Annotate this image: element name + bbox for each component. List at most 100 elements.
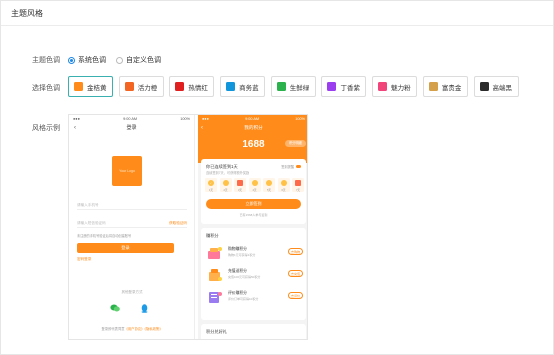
status-bar: ●●● 9:00 AM 100%	[69, 115, 194, 123]
phone-placeholder: 请输入手机号	[77, 203, 99, 207]
swatch-huolicheng[interactable]: 活力橙	[118, 76, 164, 97]
sign-day: 2天	[219, 178, 232, 192]
swatch-label: 魅力粉	[391, 84, 411, 92]
get-code-link: 获取验证码	[169, 221, 187, 225]
day-label: 6天	[281, 188, 286, 192]
signal-icon: ●●●	[73, 117, 80, 121]
title-divider	[1, 25, 553, 26]
style-preview-box: ●●● 9:00 AM 100% ‹ 登录 Your Logo 请输入手机号 请…	[68, 114, 308, 340]
status-time: 9:00 AM	[245, 117, 260, 121]
color-chip	[428, 82, 438, 91]
theme-mode-radio-group: 系统色调 自定义色调	[68, 55, 171, 65]
wechat-icon	[110, 304, 120, 312]
swatch-label: 丁香紫	[340, 84, 360, 92]
day-label: 5天	[266, 188, 272, 192]
signal-icon: ●●●	[202, 117, 209, 121]
task-desc: 充值100元可获得50积分	[228, 275, 261, 279]
qq-icon	[141, 304, 148, 313]
recharge-illustration-icon	[209, 269, 222, 281]
earn-title: 赚积分	[206, 233, 219, 238]
sign-day: 5天	[263, 178, 275, 192]
day-label: 7天	[295, 188, 301, 192]
swatch-label: 高端黑	[492, 84, 513, 92]
radio-checked-icon	[68, 56, 75, 64]
swatch-label: 活力橙	[137, 84, 158, 92]
swatch-label: 金桔黄	[87, 84, 107, 92]
color-chip	[74, 82, 83, 91]
swatch-jinjuhuang[interactable]: 金桔黄	[68, 76, 113, 97]
day-label: 3天	[237, 188, 243, 192]
task-desc: 评价订单可获得10积分	[228, 297, 259, 301]
sign-reminder-toggle: 签到提醒	[281, 164, 301, 169]
password-login-link: 密码登录	[77, 257, 92, 261]
coin-icon	[280, 180, 287, 186]
task-name: 评价赚积分	[228, 291, 247, 295]
status-battery: 100%	[180, 117, 190, 121]
register-hint: 未注册的手机号验证后将自动创建账号	[77, 234, 132, 238]
status-time: 9:00 AM	[123, 117, 138, 121]
day-label: 4天	[252, 188, 257, 192]
sign-in-card: 你已连续签到1天 连续签到7天，可获得额外奖励 签到提醒 ✓ 1天 2天 3天 4…	[201, 159, 306, 224]
radio-label: 自定义色调	[126, 57, 161, 64]
task-item: 购物赚积分 购物1元可获得1积分 去购物	[206, 244, 303, 262]
points-nav-bar: ‹ 我的积分	[198, 123, 307, 133]
login-screen-preview: ●●● 9:00 AM 100% ‹ 登录 Your Logo 请输入手机号 请…	[69, 115, 195, 339]
color-chip	[226, 82, 236, 91]
exchange-gifts-card: 积分兑好礼	[201, 324, 306, 339]
task-button: 去评价	[288, 292, 303, 299]
points-screen-preview: ●●● 9:00 AM 100% ‹ 我的积分 1688 积分明细 你已连续签到…	[198, 115, 307, 339]
points-header: ●●● 9:00 AM 100% ‹ 我的积分 1688 积分明细	[198, 115, 307, 163]
swatch-gaoduanhei[interactable]: 高端黑	[473, 76, 519, 97]
logo-text: Your Logo	[119, 169, 135, 173]
color-chip	[276, 82, 286, 91]
color-chip	[124, 82, 134, 91]
back-icon: ‹	[74, 125, 76, 131]
points-detail-pill: 积分明细	[285, 140, 306, 147]
toggle-icon	[296, 165, 301, 168]
swatch-shangwulan[interactable]: 商务蓝	[220, 76, 266, 97]
agreement-text: 登录即代表同意《用户协议》《隐私政策》	[69, 326, 194, 331]
coin-icon	[222, 180, 229, 186]
radio-unchecked-icon	[116, 56, 123, 64]
coin-icon: ✓	[208, 180, 214, 186]
status-bar: ●●● 9:00 AM 100%	[198, 115, 307, 123]
review-illustration-icon	[209, 292, 222, 303]
sign-footer: 已有1568人参与签到	[239, 213, 268, 217]
task-name: 购物赚积分	[228, 247, 247, 251]
app-logo: Your Logo	[112, 156, 142, 186]
day-label: 2天	[223, 188, 228, 192]
radio-label: 系统色调	[78, 57, 106, 64]
color-chip	[327, 82, 337, 91]
sign-subtitle: 连续签到7天，可获得额外奖励	[206, 171, 250, 175]
page-title: 主题风格	[11, 9, 43, 18]
theme-mode-label: 主题色调	[32, 57, 60, 64]
sign-day: 4天	[248, 178, 261, 192]
swatch-dingxiangzi[interactable]: 丁香紫	[321, 76, 367, 97]
color-chip	[479, 82, 489, 91]
task-button: 去购物	[288, 248, 303, 255]
sign-day: ✓ 1天	[205, 178, 217, 192]
shopping-illustration-icon	[208, 247, 222, 259]
swatch-fuguijin[interactable]: 富贵金	[422, 76, 468, 97]
day-label: 1天	[208, 188, 214, 192]
sign-days-row: ✓ 1天 2天 3天 4天 5天 6天 7天	[205, 178, 307, 192]
color-chip	[378, 82, 388, 91]
sign-toggle-label: 签到提醒	[281, 165, 294, 169]
task-name: 充值送积分	[228, 269, 247, 273]
task-button: 去充值	[288, 270, 303, 277]
swatch-label: 富贵金	[441, 84, 462, 92]
swatch-meilifen[interactable]: 魅力粉	[372, 76, 418, 97]
back-icon: ‹	[201, 125, 203, 131]
radio-custom-theme[interactable]: 自定义色调	[116, 55, 161, 65]
swatch-reqinghong[interactable]: 热情红	[169, 76, 215, 97]
radio-system-theme[interactable]: 系统色调	[68, 55, 106, 65]
swatch-label: 生鲜绿	[289, 84, 310, 92]
swatch-label: 热情红	[188, 84, 208, 92]
color-swatch-list: 金桔黄 活力橙 热情红 商务蓝 生鲜绿 丁香紫 魅力粉 富贵金 高端黑	[68, 76, 524, 97]
swatch-shengxianlv[interactable]: 生鲜绿	[270, 76, 316, 97]
gift-icon	[237, 180, 243, 186]
sign-day: 3天	[234, 178, 246, 192]
login-title: 登录	[126, 125, 137, 131]
code-placeholder: 请输入短信验证码	[77, 221, 106, 225]
other-login-divider: 其他登录方式	[121, 290, 143, 294]
